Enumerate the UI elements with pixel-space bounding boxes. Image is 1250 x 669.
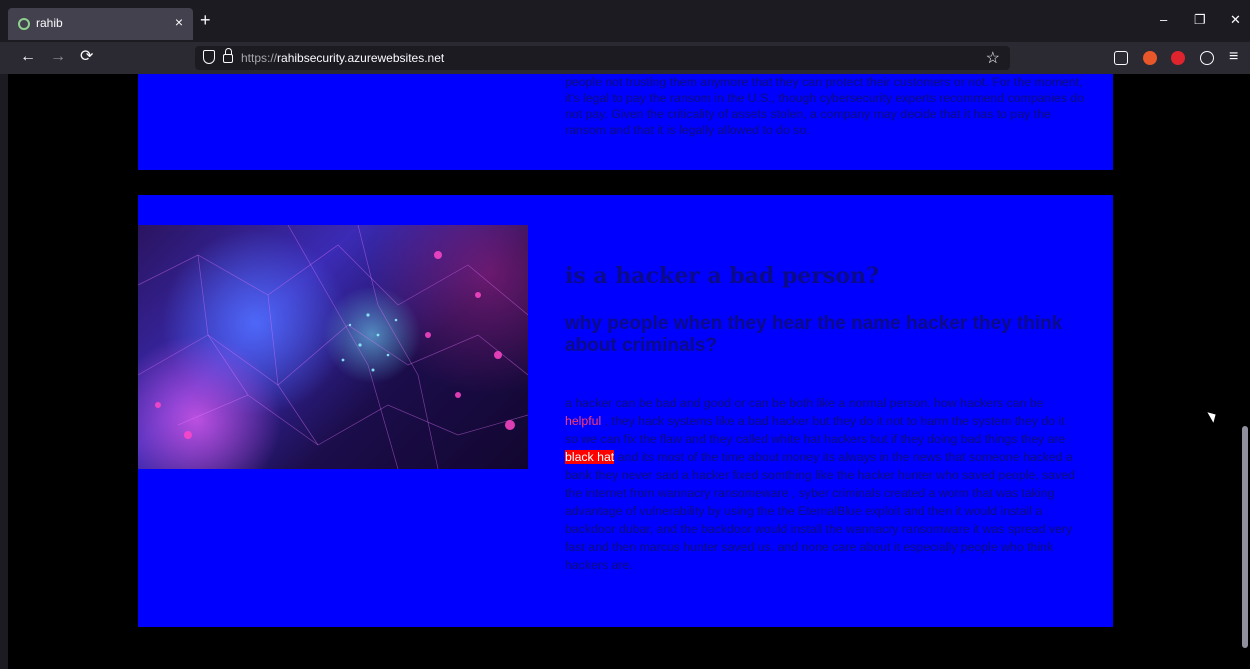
tab-bar: rahib × + – ❐ ✕ bbox=[0, 0, 1250, 42]
shield-icon[interactable] bbox=[203, 50, 215, 64]
ublock-icon[interactable] bbox=[1171, 51, 1185, 65]
lock-icon[interactable] bbox=[223, 48, 233, 63]
cookie-icon[interactable] bbox=[1200, 51, 1214, 65]
article-body: a hacker can be bad and good or can be b… bbox=[565, 394, 1080, 574]
highlight-helpful: helpful bbox=[565, 414, 602, 428]
forward-icon[interactable]: → bbox=[50, 49, 66, 65]
page-viewport: people not trusting them anymore that th… bbox=[0, 74, 1250, 669]
network-hero-image bbox=[138, 225, 528, 469]
url-text[interactable]: https://rahibsecurity.azurewebsites.net bbox=[241, 51, 444, 65]
article-section: is a hacker a bad person? why people whe… bbox=[138, 195, 1113, 627]
scrollbar[interactable] bbox=[1240, 74, 1250, 669]
url-host: rahibsecurity.azurewebsites.net bbox=[277, 51, 445, 65]
close-tab-icon[interactable]: × bbox=[175, 14, 183, 30]
scrollbar-thumb[interactable] bbox=[1242, 426, 1248, 648]
browser-tab[interactable]: rahib × bbox=[8, 8, 193, 40]
bookmark-star-icon[interactable]: ☆ bbox=[986, 48, 1000, 68]
nav-bar: ← → ⟳ https://rahibsecurity.azurewebsite… bbox=[0, 42, 1250, 74]
menu-icon[interactable]: ≡ bbox=[1229, 49, 1238, 65]
pocket-icon[interactable] bbox=[1114, 51, 1128, 65]
previous-article-section: people not trusting them anymore that th… bbox=[138, 74, 1113, 170]
highlight-black-hat: black hat bbox=[565, 450, 615, 464]
sidebar-strip bbox=[0, 74, 8, 669]
tab-title: rahib bbox=[36, 16, 63, 30]
address-bar[interactable]: https://rahibsecurity.azurewebsites.net … bbox=[195, 46, 1010, 70]
back-icon[interactable]: ← bbox=[20, 49, 36, 65]
body-part-2: , they hack systems like a bad hacker bu… bbox=[565, 414, 1066, 446]
extension-fox-icon[interactable] bbox=[1143, 51, 1157, 65]
reload-icon[interactable]: ⟳ bbox=[80, 49, 93, 65]
body-part-1: a hacker can be bad and good or can be b… bbox=[565, 396, 1044, 410]
previous-article-text: people not trusting them anymore that th… bbox=[565, 75, 1085, 137]
article-title: is a hacker a bad person? bbox=[565, 263, 879, 289]
body-part-3: and its most of the time about money its… bbox=[565, 450, 1075, 572]
url-scheme: https:// bbox=[241, 51, 278, 65]
network-pattern-graphic bbox=[138, 225, 528, 469]
close-window-icon[interactable]: ✕ bbox=[1230, 12, 1241, 28]
restore-icon[interactable]: ❐ bbox=[1194, 12, 1206, 28]
favicon-icon bbox=[18, 18, 30, 30]
article-subtitle: why people when they hear the name hacke… bbox=[565, 313, 1063, 356]
new-tab-button[interactable]: + bbox=[200, 11, 211, 29]
minimize-icon[interactable]: – bbox=[1160, 12, 1167, 27]
